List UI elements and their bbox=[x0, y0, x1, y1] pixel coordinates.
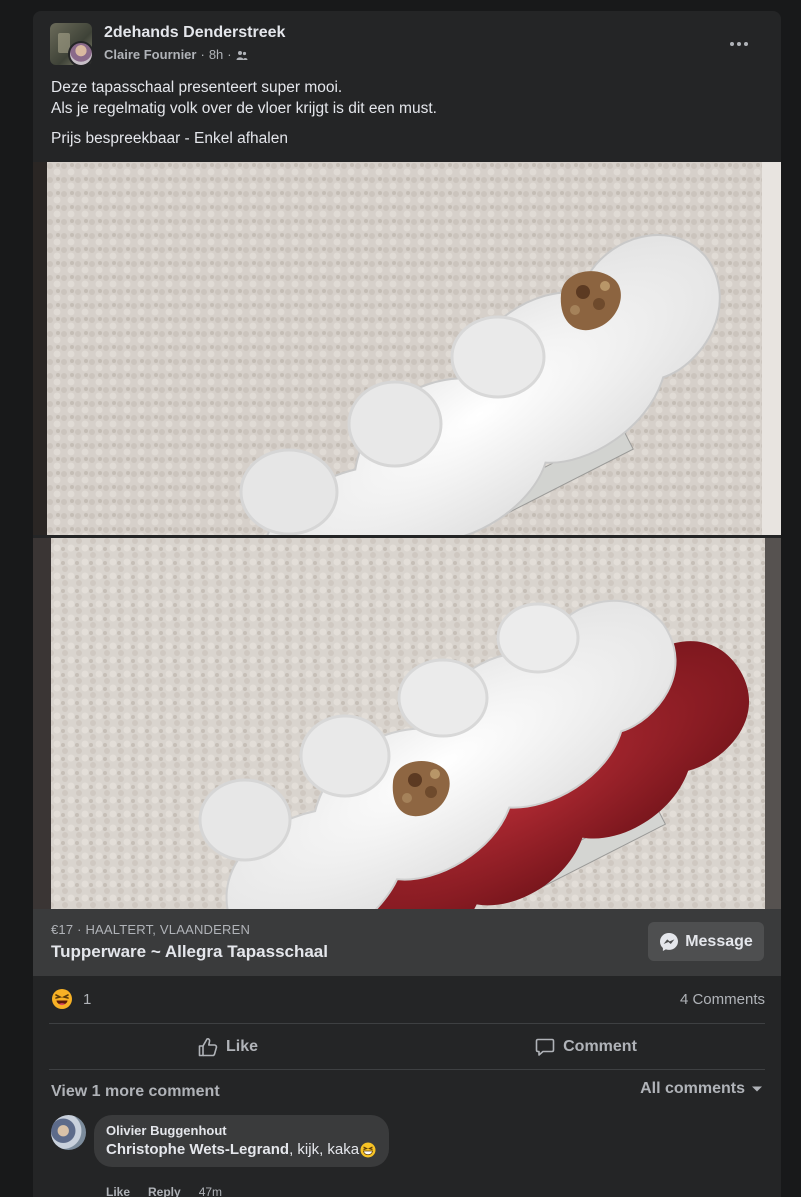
message-button[interactable]: Message bbox=[648, 922, 764, 961]
post-text-line: Deze tapasschaal presenteert super mooi. bbox=[51, 79, 343, 96]
commenter-avatar[interactable] bbox=[51, 1115, 86, 1150]
comment-button-label: Comment bbox=[563, 1038, 637, 1055]
author-avatar[interactable] bbox=[68, 41, 94, 67]
like-button-label: Like bbox=[225, 1038, 258, 1055]
comment-actions: Like Reply 47m bbox=[106, 1185, 222, 1197]
like-button[interactable]: Like bbox=[49, 1025, 407, 1069]
divider bbox=[49, 1023, 765, 1024]
comment-text: Christophe Wets-Legrand , kijk, kaka bbox=[106, 1141, 376, 1158]
all-comments-label: All comments bbox=[640, 1080, 745, 1097]
all-comments-dropdown[interactable]: All comments bbox=[640, 1080, 763, 1098]
mention-link[interactable]: Christophe Wets-Legrand bbox=[106, 1141, 289, 1158]
comment-time[interactable]: 47m bbox=[199, 1185, 222, 1197]
comment-bubble: Olivier Buggenhout Christophe Wets-Legra… bbox=[94, 1115, 390, 1167]
members-icon bbox=[236, 50, 248, 60]
post-text-line: Prijs bespreekbaar - Enkel afhalen bbox=[51, 130, 288, 147]
laughing-face-icon[interactable] bbox=[51, 988, 73, 1010]
post-text-line: Als je regelmatig volk over de vloer kri… bbox=[51, 100, 437, 117]
group-name[interactable]: 2dehands Denderstreek bbox=[104, 24, 285, 42]
meta-separator: · bbox=[227, 47, 232, 62]
meta-separator: · bbox=[200, 47, 205, 62]
comments-count[interactable]: 4 Comments bbox=[680, 991, 765, 1008]
reaction-count[interactable]: 1 bbox=[83, 991, 91, 1008]
caret-down-icon bbox=[752, 1086, 762, 1092]
listing-bar[interactable]: €17 · HAALTERT, VLAANDEREN Tupperware ~ … bbox=[33, 909, 781, 976]
comment-reply-link[interactable]: Reply bbox=[148, 1185, 181, 1197]
comment-icon bbox=[535, 1038, 555, 1056]
divider bbox=[49, 1069, 765, 1070]
post-actions: Like Comment bbox=[49, 1025, 765, 1069]
view-more-comments-link[interactable]: View 1 more comment bbox=[51, 1083, 220, 1101]
post-header: 2dehands Denderstreek Claire Fournier · … bbox=[50, 23, 769, 67]
reactions-bar: 1 4 Comments bbox=[51, 988, 765, 1012]
comment-button[interactable]: Comment bbox=[407, 1025, 765, 1069]
listing-photo[interactable] bbox=[33, 538, 781, 909]
grinning-squinting-face-icon bbox=[360, 1142, 376, 1157]
message-button-label: Message bbox=[685, 932, 753, 950]
author-name[interactable]: Claire Fournier bbox=[104, 47, 196, 62]
listing-price-location: €17 · HAALTERT, VLAANDEREN bbox=[51, 922, 251, 937]
post-meta: Claire Fournier · 8h · bbox=[104, 47, 248, 62]
post-time[interactable]: 8h bbox=[209, 47, 223, 62]
commenter-name[interactable]: Olivier Buggenhout bbox=[106, 1123, 376, 1138]
comment-body: , kijk, kaka bbox=[289, 1141, 360, 1158]
post-text: Deze tapasschaal presenteert super mooi.… bbox=[51, 77, 765, 158]
thumbs-up-icon bbox=[198, 1038, 218, 1057]
listing-photo[interactable] bbox=[33, 162, 781, 535]
listing-title[interactable]: Tupperware ~ Allegra Tapasschaal bbox=[51, 942, 328, 962]
messenger-icon bbox=[660, 932, 679, 951]
more-horizontal-icon[interactable] bbox=[721, 33, 757, 57]
comment-like-link[interactable]: Like bbox=[106, 1185, 130, 1197]
post-card: 2dehands Denderstreek Claire Fournier · … bbox=[33, 11, 781, 1197]
